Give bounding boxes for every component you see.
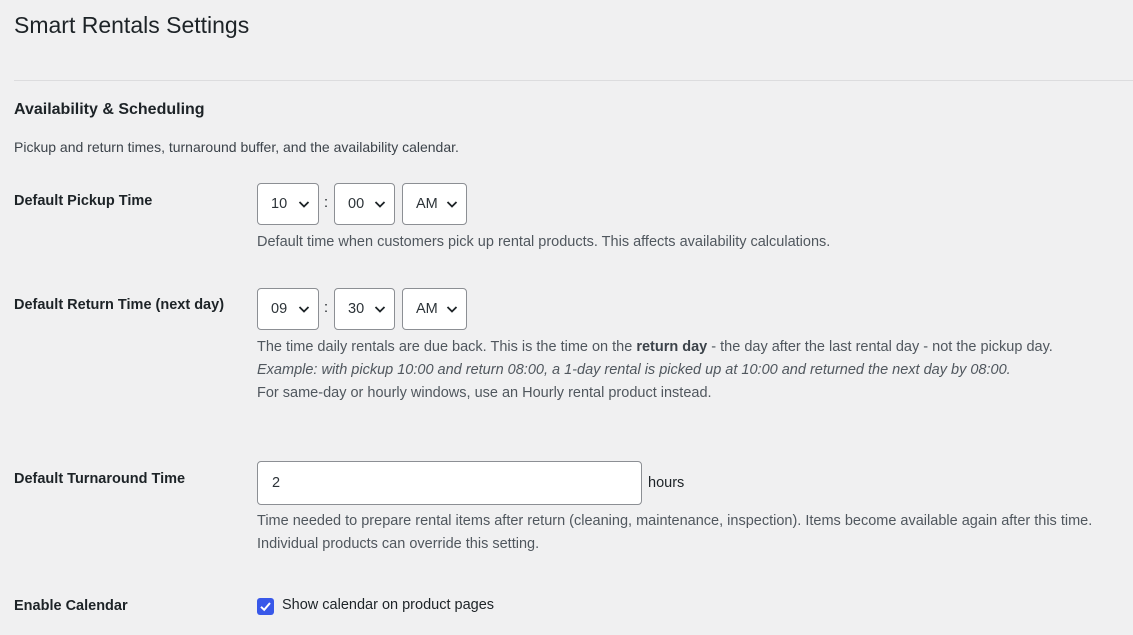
- return-time-label: Default Return Time (next day): [14, 297, 225, 313]
- chevron-down-icon: [374, 201, 386, 208]
- chevron-down-icon: [374, 306, 386, 313]
- pickup-ampm-select[interactable]: AM: [402, 183, 467, 225]
- return-ampm-value: AM: [416, 301, 438, 317]
- turnaround-help-text: Time needed to prepare rental items afte…: [257, 513, 1093, 552]
- chevron-down-icon: [298, 201, 310, 208]
- checkmark-icon: [260, 602, 271, 612]
- section-description: Pickup and return times, turnaround buff…: [14, 139, 459, 155]
- pickup-help-text: Default time when customers pick up rent…: [257, 234, 831, 250]
- time-separator: :: [324, 195, 329, 211]
- return-help-text: The time daily rentals are due back. Thi…: [257, 336, 1127, 405]
- return-help-note: For same-day or hourly windows, use an H…: [257, 385, 712, 401]
- chevron-down-icon: [298, 306, 310, 313]
- return-hour-select[interactable]: 09: [257, 288, 319, 330]
- return-ampm-select[interactable]: AM: [402, 288, 467, 330]
- turnaround-hours-input[interactable]: [257, 461, 642, 505]
- return-help-bold: return day: [636, 339, 708, 355]
- return-minute-value: 30: [348, 301, 365, 317]
- return-hour-value: 09: [271, 301, 288, 317]
- enable-calendar-label: Enable Calendar: [14, 598, 128, 614]
- chevron-down-icon: [446, 201, 458, 208]
- pickup-hour-value: 10: [271, 196, 288, 212]
- pickup-minute-select[interactable]: 00: [334, 183, 395, 225]
- section-title: Availability & Scheduling: [14, 101, 205, 118]
- return-help-post: - the day after the last rental day - no…: [707, 339, 1053, 355]
- pickup-hour-select[interactable]: 10: [257, 183, 319, 225]
- title-divider: [14, 80, 1133, 81]
- turnaround-time-label: Default Turnaround Time: [14, 471, 186, 487]
- return-help-pre: The time daily rentals are due back. Thi…: [257, 339, 637, 355]
- return-minute-select[interactable]: 30: [334, 288, 395, 330]
- pickup-ampm-value: AM: [416, 196, 438, 212]
- time-separator: :: [324, 300, 329, 316]
- pickup-time-label: Default Pickup Time: [14, 193, 153, 209]
- enable-calendar-checkbox-label[interactable]: Show calendar on product pages: [282, 597, 494, 613]
- settings-page: Smart Rentals Settings Availability & Sc…: [0, 0, 1133, 635]
- enable-calendar-checkbox[interactable]: [257, 598, 274, 615]
- return-help-example: Example: with pickup 10:00 and return 08…: [257, 362, 1011, 378]
- chevron-down-icon: [446, 306, 458, 313]
- turnaround-unit: hours: [648, 475, 685, 491]
- pickup-minute-value: 00: [348, 196, 365, 212]
- page-title: Smart Rentals Settings: [14, 12, 250, 38]
